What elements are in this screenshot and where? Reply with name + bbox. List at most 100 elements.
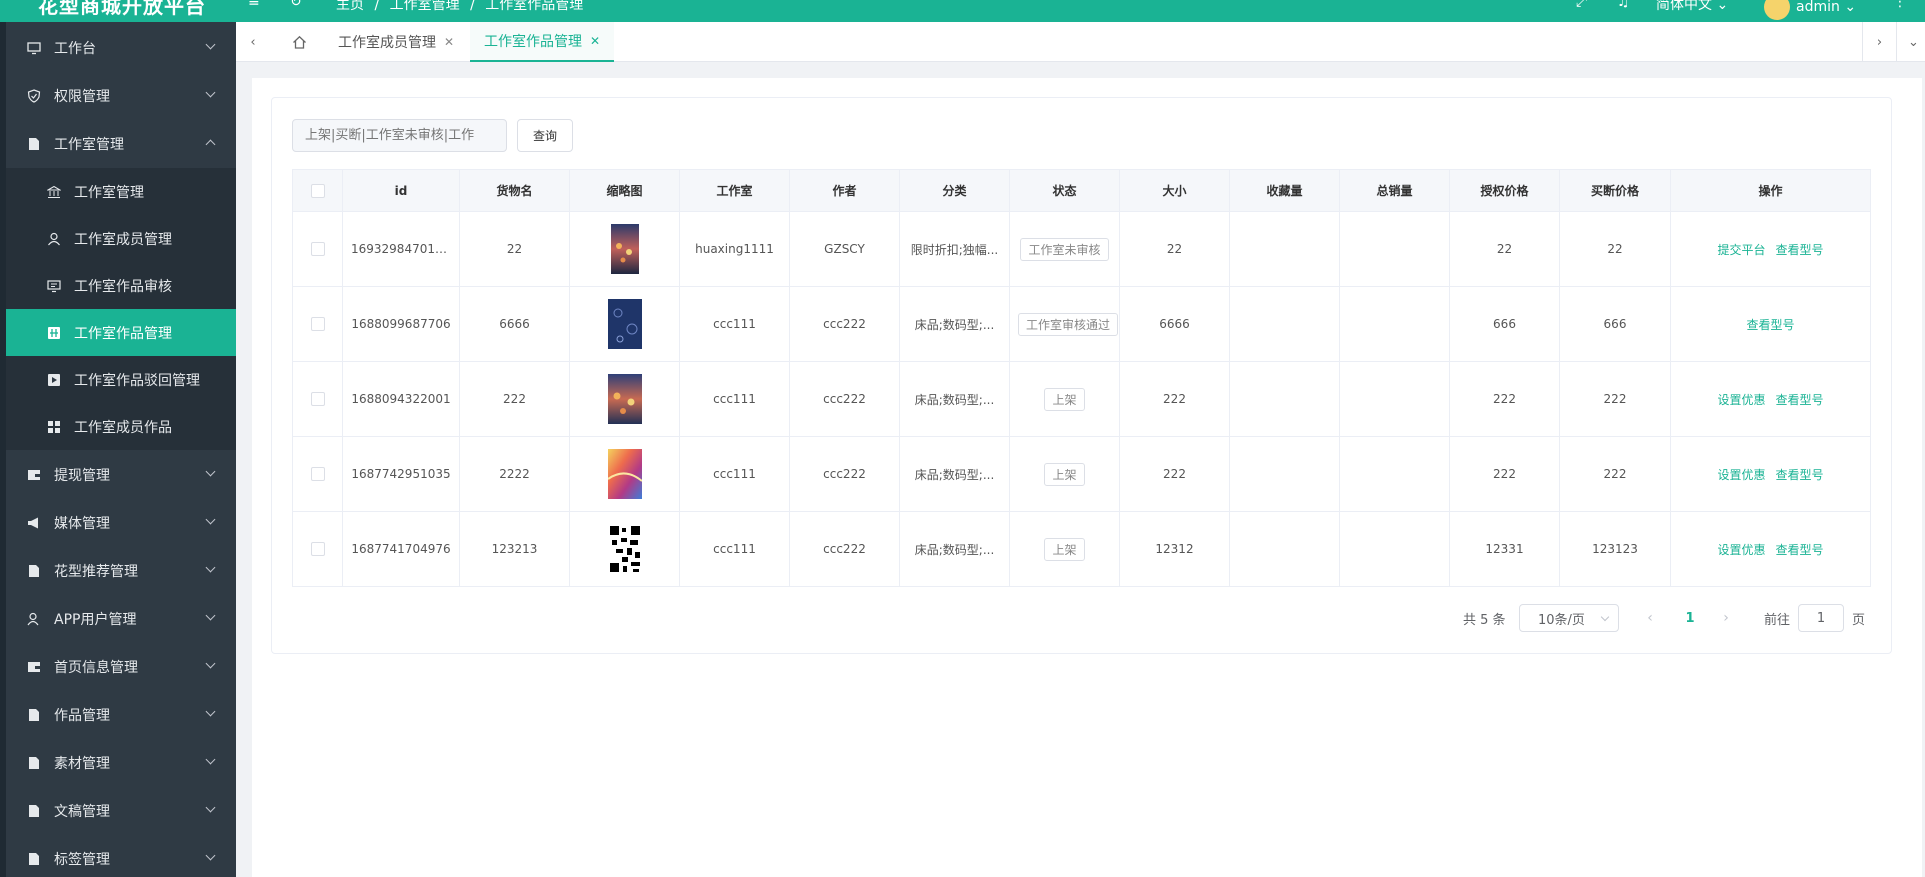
thumbnail-image[interactable] [610, 224, 639, 274]
row-checkbox[interactable] [310, 467, 325, 482]
cell-category: 限时折扣;独幅... [899, 211, 1010, 287]
goto-page-input[interactable] [1798, 604, 1844, 632]
row-checkbox[interactable] [310, 542, 325, 557]
set-discount-link[interactable]: 设置优惠 [1717, 393, 1765, 407]
tab-studio-members[interactable]: 工作室成员管理 ✕ [324, 22, 468, 62]
prev-page-icon[interactable]: ‹ [1640, 604, 1660, 632]
submit-platform-link[interactable]: 提交平台 [1717, 243, 1765, 257]
tab-menu-chevron-down-icon[interactable]: ⌄ [1896, 22, 1925, 62]
close-icon[interactable]: ✕ [444, 35, 454, 49]
sidebar-subitem-member-works[interactable]: 工作室成员作品 [6, 403, 236, 450]
col-buyout-price: 买断价格 [1559, 169, 1671, 212]
sidebar-item-pattern-recommend[interactable]: 花型推荐管理 [6, 547, 236, 595]
table-row: 1687741704976 123213 ccc111 ccc222 床品;数码… [292, 511, 1871, 587]
breadcrumb-studio[interactable]: 工作室管理 [390, 0, 460, 13]
breadcrumb-home[interactable]: 主页 [336, 0, 364, 13]
view-model-link[interactable]: 查看型号 [1776, 393, 1824, 407]
language-select[interactable]: 简体中文 ⌄ [1656, 0, 1728, 14]
more-icon[interactable]: ⋮ [1893, 0, 1907, 10]
page-size-select[interactable]: 10条/页 [1519, 604, 1619, 632]
sidebar-item-permissions[interactable]: 权限管理 [6, 72, 236, 120]
row-checkbox[interactable] [310, 317, 325, 332]
cell-favorites [1229, 211, 1340, 287]
search-input[interactable] [292, 119, 507, 152]
cell-size: 12312 [1119, 511, 1230, 587]
chevron-up-icon [205, 139, 216, 150]
sidebar-item-materials[interactable]: 素材管理 [6, 739, 236, 787]
sidebar-item-withdraw[interactable]: 提现管理 [6, 451, 236, 499]
bell-icon[interactable]: ♫ [1617, 0, 1630, 10]
cell-author: ccc222 [789, 286, 900, 362]
user-icon [26, 611, 42, 627]
row-checkbox[interactable] [310, 242, 325, 257]
cell-id: 1687741704976 [342, 511, 460, 587]
home-icon[interactable] [282, 22, 316, 62]
select-all-checkbox[interactable] [310, 183, 325, 198]
table-header-row: id 货物名 缩略图 工作室 作者 分类 状态 大小 收藏量 总销量 授权价格 … [292, 169, 1871, 212]
row-checkbox[interactable] [310, 392, 325, 407]
user-menu[interactable]: admin ⌄ [1764, 0, 1856, 20]
cell-license-price: 12331 [1449, 511, 1560, 587]
cell-size: 222 [1119, 361, 1230, 437]
sidebar-subitem-works-rejected[interactable]: 工作室作品驳回管理 [6, 356, 236, 403]
page-number-current[interactable]: 1 [1680, 604, 1700, 632]
sidebar-item-media[interactable]: 媒体管理 [6, 499, 236, 547]
fullscreen-icon[interactable]: ⤢ [1576, 0, 1587, 10]
tab-scroll-left-icon[interactable]: ‹ [236, 22, 270, 62]
table-row: 1688094322001 222 ccc111 ccc222 床品;数码型;.… [292, 361, 1871, 437]
col-id: id [342, 169, 460, 212]
sidebar-subitem-members[interactable]: 工作室成员管理 [6, 215, 236, 262]
cell-favorites [1229, 286, 1340, 362]
sidebar-item-home-info[interactable]: 首页信息管理 [6, 643, 236, 691]
thumbnail-image[interactable] [607, 524, 642, 574]
breadcrumb: 主页 / 工作室管理 / 工作室作品管理 [336, 0, 589, 14]
close-icon[interactable]: ✕ [590, 34, 600, 48]
tab-scroll-right-icon[interactable]: › [1862, 22, 1896, 62]
sidebar-item-works[interactable]: 作品管理 [6, 691, 236, 739]
chevron-down-icon [205, 802, 216, 813]
status-badge: 上架 [1044, 537, 1085, 561]
chevron-down-icon [205, 562, 216, 573]
cell-studio: ccc111 [679, 436, 790, 512]
col-name: 货物名 [459, 169, 570, 212]
cell-id: 1687742951035 [342, 436, 460, 512]
chevron-down-icon [205, 850, 216, 861]
next-page-icon[interactable]: › [1716, 604, 1736, 632]
view-model-link[interactable]: 查看型号 [1776, 468, 1824, 482]
chevron-down-icon [205, 754, 216, 765]
view-model-link[interactable]: 查看型号 [1746, 318, 1794, 332]
sidebar-item-app-users[interactable]: APP用户管理 [6, 595, 236, 643]
thumbnail-image[interactable] [607, 374, 642, 424]
view-model-link[interactable]: 查看型号 [1776, 243, 1824, 257]
refresh-icon[interactable]: ↻ [290, 0, 302, 10]
document-icon [26, 851, 42, 867]
chevron-down-icon [205, 706, 216, 717]
sidebar-subitem-studio[interactable]: 工作室管理 [6, 168, 236, 215]
search-button[interactable]: 查询 [517, 119, 573, 152]
set-discount-link[interactable]: 设置优惠 [1717, 468, 1765, 482]
page-suffix: 页 [1852, 612, 1866, 628]
cell-size: 6666 [1119, 286, 1230, 362]
col-studio: 工作室 [679, 169, 790, 212]
thumbnail-image[interactable] [607, 299, 642, 349]
sidebar-item-documents[interactable]: 文稿管理 [6, 787, 236, 835]
cell-name: 2222 [459, 436, 570, 512]
sidebar-item-workbench[interactable]: 工作台 [6, 24, 236, 72]
cell-size: 222 [1119, 436, 1230, 512]
grid-icon [46, 325, 62, 341]
chevron-down-icon [205, 658, 216, 669]
tab-studio-works[interactable]: 工作室作品管理 ✕ [470, 22, 615, 62]
sidebar-subitem-works-mgmt[interactable]: 工作室作品管理 [6, 309, 236, 356]
collapse-menu-icon[interactable]: ≡ [248, 0, 260, 10]
sidebar-subitem-works-review[interactable]: 工作室作品审核 [6, 262, 236, 309]
view-model-link[interactable]: 查看型号 [1776, 543, 1824, 557]
set-discount-link[interactable]: 设置优惠 [1717, 543, 1765, 557]
table-row: 1687742951035 2222 ccc111 ccc222 床品;数码型;… [292, 436, 1871, 512]
thumbnail-image[interactable] [607, 449, 642, 499]
cell-buyout-price: 123123 [1559, 511, 1671, 587]
sidebar-item-studio-mgmt[interactable]: 工作室管理 [6, 120, 236, 168]
cell-sales [1339, 361, 1450, 437]
cell-category: 床品;数码型;... [899, 286, 1010, 362]
cell-author: GZSCY [789, 211, 900, 287]
sidebar-item-tags[interactable]: 标签管理 [6, 835, 236, 877]
